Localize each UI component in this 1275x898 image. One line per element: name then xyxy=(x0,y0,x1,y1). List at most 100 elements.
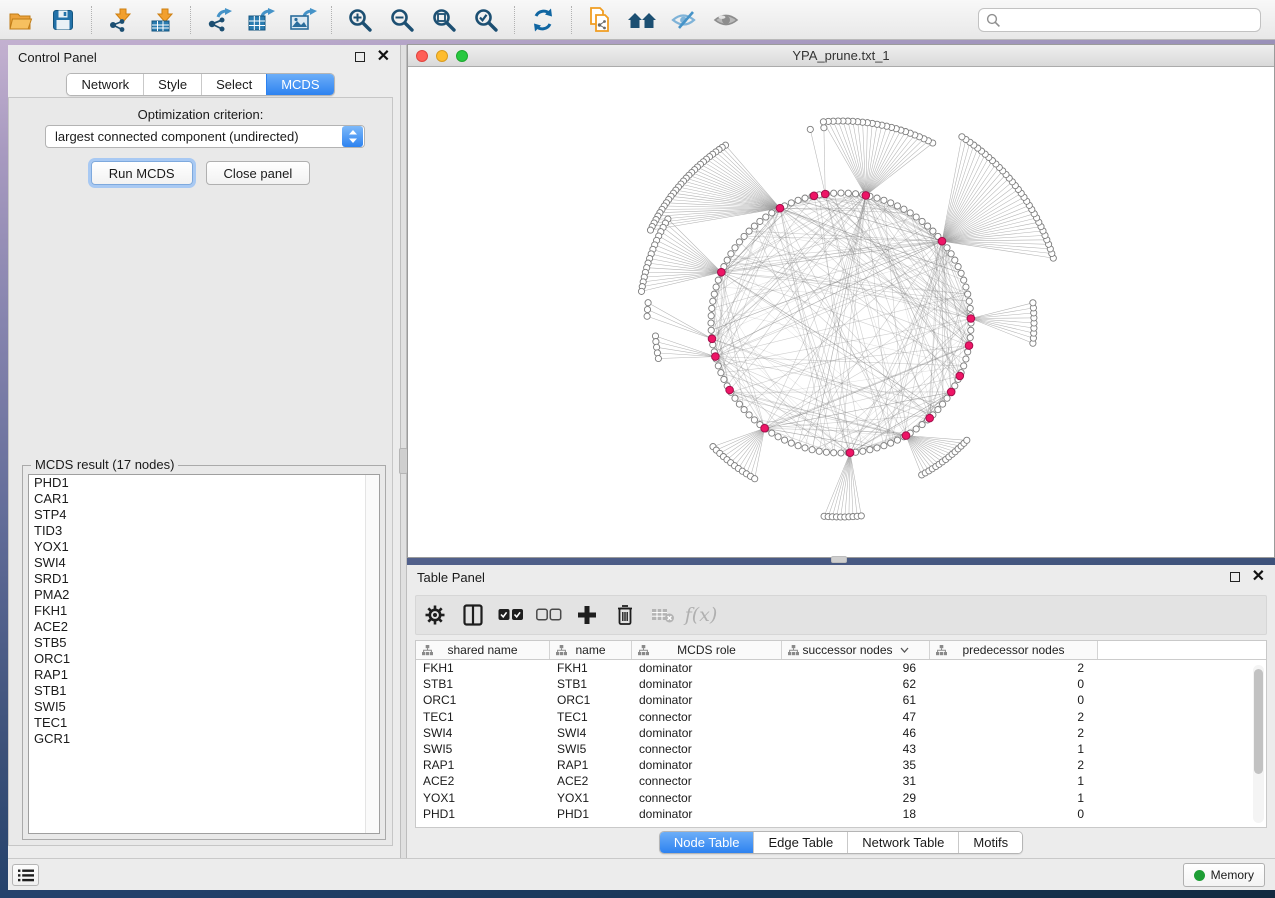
import-network-icon[interactable] xyxy=(105,5,135,35)
graph-node[interactable] xyxy=(809,447,815,453)
graph-node[interactable] xyxy=(846,449,854,457)
graph-node[interactable] xyxy=(821,125,827,131)
graph-node[interactable] xyxy=(721,376,727,382)
table-row[interactable]: STB1STB1dominator620 xyxy=(416,676,1266,692)
tab-node-table[interactable]: Node Table xyxy=(660,832,754,853)
mcds-result-item[interactable]: SWI4 xyxy=(29,555,379,571)
table-row[interactable]: FKH1FKH1dominator962 xyxy=(416,660,1266,676)
graph-node[interactable] xyxy=(638,288,644,294)
graph-node[interactable] xyxy=(810,192,818,200)
graph-node[interactable] xyxy=(741,407,747,413)
graph-node[interactable] xyxy=(881,443,887,449)
mcds-result-item[interactable]: FKH1 xyxy=(29,603,379,619)
export-network-icon[interactable] xyxy=(204,5,234,35)
graph-node[interactable] xyxy=(902,432,910,440)
graph-node[interactable] xyxy=(944,245,950,251)
network-canvas[interactable] xyxy=(408,67,1274,557)
graph-node[interactable] xyxy=(712,353,720,361)
table-row[interactable]: PHD1PHD1dominator180 xyxy=(416,806,1266,822)
graph-node[interactable] xyxy=(944,395,950,401)
graph-node[interactable] xyxy=(930,228,936,234)
graph-node[interactable] xyxy=(645,300,651,306)
graph-node[interactable] xyxy=(746,412,752,418)
graph-node[interactable] xyxy=(761,424,769,432)
column-header-predecessor-nodes[interactable]: predecessor nodes xyxy=(930,641,1098,659)
graph-node[interactable] xyxy=(782,437,788,443)
zoom-selected-icon[interactable] xyxy=(471,5,501,35)
graph-node[interactable] xyxy=(752,476,758,482)
graph-node[interactable] xyxy=(732,245,738,251)
graph-node[interactable] xyxy=(644,313,650,319)
tab-style[interactable]: Style xyxy=(143,74,201,95)
graph-node[interactable] xyxy=(751,223,757,229)
task-history-button[interactable] xyxy=(12,864,39,886)
graph-node[interactable] xyxy=(709,305,715,311)
graph-node[interactable] xyxy=(820,119,826,125)
graph-node[interactable] xyxy=(966,298,972,304)
graph-node[interactable] xyxy=(940,401,946,407)
graph-node[interactable] xyxy=(919,422,925,428)
mcds-result-item[interactable]: ACE2 xyxy=(29,619,379,635)
graph-node[interactable] xyxy=(715,277,721,283)
horizontal-splitter-grip[interactable] xyxy=(831,556,847,563)
show-all-icon[interactable] xyxy=(711,5,741,35)
graph-node[interactable] xyxy=(867,447,873,453)
graph-node[interactable] xyxy=(644,306,650,312)
graph-node[interactable] xyxy=(775,434,781,440)
optimization-criterion-select[interactable]: largest connected component (undirected) xyxy=(45,125,365,148)
graph-node[interactable] xyxy=(655,355,661,361)
network-graph[interactable] xyxy=(408,67,1274,557)
close-panel-icon[interactable]: ✕ xyxy=(1252,572,1265,582)
graph-node[interactable] xyxy=(831,190,837,196)
zoom-fit-icon[interactable] xyxy=(429,5,459,35)
graph-node[interactable] xyxy=(959,134,965,140)
graph-node[interactable] xyxy=(881,197,887,203)
graph-node[interactable] xyxy=(853,191,859,197)
mcds-result-item[interactable]: TEC1 xyxy=(29,715,379,731)
graph-node[interactable] xyxy=(952,257,958,263)
graph-node[interactable] xyxy=(913,426,919,432)
graph-node[interactable] xyxy=(838,190,844,196)
mcds-result-item[interactable]: RAP1 xyxy=(29,667,379,683)
select-all-icon[interactable] xyxy=(498,602,524,628)
mcds-result-item[interactable]: GCR1 xyxy=(29,731,379,747)
tab-mcds[interactable]: MCDS xyxy=(266,74,333,95)
zoom-in-icon[interactable] xyxy=(345,5,375,35)
mcds-result-item[interactable]: STP4 xyxy=(29,507,379,523)
graph-node[interactable] xyxy=(860,448,866,454)
table-row[interactable]: SWI5SWI5connector431 xyxy=(416,741,1266,757)
graph-node[interactable] xyxy=(831,450,837,456)
delete-column-icon[interactable] xyxy=(612,602,638,628)
column-header-name[interactable]: name xyxy=(550,641,632,659)
export-table-icon[interactable] xyxy=(246,5,276,35)
graph-node[interactable] xyxy=(708,313,714,319)
graph-node[interactable] xyxy=(961,363,967,369)
graph-node[interactable] xyxy=(741,233,747,239)
graph-node[interactable] xyxy=(938,237,946,245)
close-panel-button[interactable]: Close panel xyxy=(206,161,311,185)
graph-node[interactable] xyxy=(708,335,716,343)
graph-node[interactable] xyxy=(769,430,775,436)
graph-node[interactable] xyxy=(967,335,973,341)
table-row[interactable]: TEC1TEC1connector472 xyxy=(416,709,1266,725)
mcds-result-item[interactable]: ORC1 xyxy=(29,651,379,667)
duplicate-network-icon[interactable] xyxy=(585,5,615,35)
column-header-successor-nodes[interactable]: successor nodes xyxy=(782,641,930,659)
graph-node[interactable] xyxy=(858,513,864,519)
graph-node[interactable] xyxy=(838,450,844,456)
network-window-titlebar[interactable]: YPA_prune.txt_1 xyxy=(408,45,1274,67)
graph-node[interactable] xyxy=(965,291,971,297)
graph-node[interactable] xyxy=(751,417,757,423)
graph-node[interactable] xyxy=(802,445,808,451)
table-row[interactable]: RAP1RAP1dominator352 xyxy=(416,757,1266,773)
tab-select[interactable]: Select xyxy=(201,74,266,95)
first-neighbors-icon[interactable] xyxy=(627,5,657,35)
graph-node[interactable] xyxy=(935,407,941,413)
graph-node[interactable] xyxy=(967,315,975,323)
run-mcds-button[interactable]: Run MCDS xyxy=(91,161,193,185)
graph-node[interactable] xyxy=(736,401,742,407)
graph-node[interactable] xyxy=(967,305,973,311)
float-window-icon[interactable] xyxy=(355,52,365,62)
graph-node[interactable] xyxy=(862,192,870,200)
graph-node[interactable] xyxy=(888,200,894,206)
